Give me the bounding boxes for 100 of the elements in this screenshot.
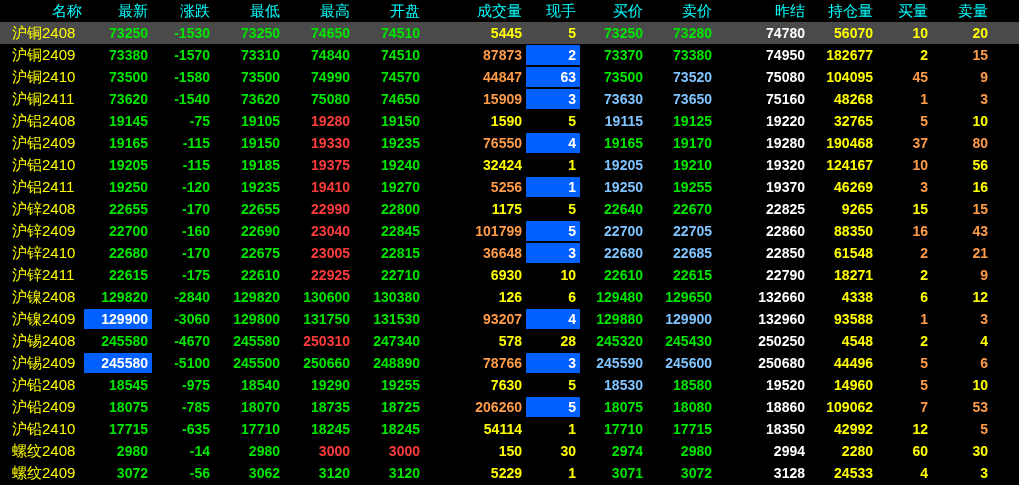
cell-value: 73630 [604, 91, 643, 107]
cell-value: -2840 [174, 289, 210, 305]
cell-value: 5 [920, 113, 928, 129]
contract-name: 沪铝2408 [12, 111, 76, 131]
cell-value: 129820 [101, 289, 148, 305]
cell-value: 23040 [311, 223, 350, 239]
cell-value: 56 [972, 157, 988, 173]
contract-name: 沪锌2409 [12, 221, 76, 241]
cell-value: 22610 [604, 267, 643, 283]
column-header[interactable]: 买量 [877, 0, 932, 22]
cell-value: 3 [980, 311, 988, 327]
column-header[interactable]: 昨结 [716, 0, 809, 22]
cell-value: -115 [182, 157, 210, 173]
cell-value: 6 [568, 289, 576, 305]
cell-value: 9 [980, 69, 988, 85]
cell-value: 250250 [758, 333, 805, 349]
cell-value: 74570 [381, 69, 420, 85]
cell-value: -975 [181, 377, 210, 393]
cell-value: 5256 [490, 179, 522, 195]
column-header[interactable]: 卖量 [932, 0, 992, 22]
column-header[interactable]: 成交量 [424, 0, 526, 22]
cell-value: 22845 [381, 223, 420, 239]
cell-value: -1530 [174, 25, 210, 41]
cell-value: 36648 [483, 245, 522, 261]
cell-value: -56 [189, 465, 210, 481]
cell-value: 15 [972, 201, 988, 217]
cell-value: 15909 [483, 91, 522, 107]
cell-value: 245580 [101, 333, 148, 349]
cell-value: 56070 [834, 25, 873, 41]
column-header[interactable]: 涨跌 [152, 0, 214, 22]
cell-value: 80 [972, 135, 988, 151]
cell-value: 19370 [766, 179, 805, 195]
cell-value: 19210 [673, 157, 712, 173]
cell-value: 19185 [241, 157, 280, 173]
column-header[interactable]: 现手 [526, 0, 580, 22]
contract-name: 沪铜2410 [12, 67, 76, 87]
cell-value: 45 [912, 69, 928, 85]
cell-value: 73250 [109, 25, 148, 41]
column-header[interactable]: 开盘 [354, 0, 424, 22]
cell-value: 10 [912, 157, 928, 173]
cell-value: 124167 [826, 157, 873, 173]
cell-value: 3 [568, 355, 576, 371]
cell-value: 4548 [841, 333, 873, 349]
contract-name: 螺纹2408 [12, 441, 76, 461]
cell-value: 73500 [241, 69, 280, 85]
cell-value: 3071 [611, 465, 643, 481]
cell-value: 22790 [766, 267, 805, 283]
cell-value: 182677 [826, 47, 873, 63]
column-header[interactable]: 最低 [214, 0, 284, 22]
cell-value: 129900 [101, 311, 148, 327]
column-header[interactable]: 最高 [284, 0, 354, 22]
cell-value: 19170 [673, 135, 712, 151]
column-header[interactable]: 名称 [0, 0, 84, 22]
contract-name: 沪镍2409 [12, 309, 76, 329]
cell-value: 3072 [116, 465, 148, 481]
cell-value: 2980 [680, 443, 712, 459]
cell-value: 3120 [318, 465, 350, 481]
column-header[interactable]: 卖价 [647, 0, 716, 22]
cell-value: 5 [568, 25, 576, 41]
cell-value: 104095 [826, 69, 873, 85]
cell-value: 1175 [491, 201, 522, 217]
contract-name: 沪铝2411 [12, 177, 75, 197]
cell-value: 1 [568, 465, 576, 481]
cell-value: 44496 [834, 355, 873, 371]
cell-value: 5 [920, 355, 928, 371]
column-header[interactable]: 买价 [580, 0, 647, 22]
cell-value: 19250 [109, 179, 148, 195]
cell-value: 19290 [311, 377, 350, 393]
cell-value: 32424 [483, 157, 522, 173]
cell-value: 18075 [604, 399, 643, 415]
cell-value: -4670 [174, 333, 210, 349]
cell-value: -1580 [174, 69, 210, 85]
cell-value: -170 [181, 201, 210, 217]
cell-value: 18245 [381, 421, 420, 437]
cell-value: 74950 [766, 47, 805, 63]
cell-value: 9265 [841, 201, 873, 217]
cell-value: 1 [568, 157, 576, 173]
cell-value: 18860 [766, 399, 805, 415]
cell-value: 19115 [604, 113, 643, 129]
column-header[interactable]: 最新 [84, 0, 152, 22]
cell-value: 248890 [373, 355, 420, 371]
cell-value: 1590 [490, 113, 522, 129]
cell-value: 44847 [483, 69, 522, 85]
cell-value: 20 [972, 25, 988, 41]
cell-value: 18580 [673, 377, 712, 393]
contract-name: 沪锡2409 [12, 353, 76, 373]
cell-value: 19105 [241, 113, 280, 129]
column-header[interactable]: 持仓量 [809, 0, 877, 22]
cell-value: 87873 [483, 47, 522, 63]
cell-value: 2 [920, 245, 928, 261]
cell-value: 78766 [483, 355, 522, 371]
cell-value: 250310 [303, 333, 350, 349]
cell-value: 130380 [373, 289, 420, 305]
contract-name: 沪铅2408 [12, 375, 76, 395]
selected-row[interactable]: 沪铜2408 73250 -1530 73250 74650 74510 5445 5 73250 73280 74780 56070 10 20 [0, 22, 1019, 44]
cell-value: 22800 [381, 201, 420, 217]
cell-value: 19255 [673, 179, 712, 195]
cell-value: 19410 [311, 179, 350, 195]
cell-value: 19320 [766, 157, 805, 173]
cell-value: 22670 [673, 201, 712, 217]
